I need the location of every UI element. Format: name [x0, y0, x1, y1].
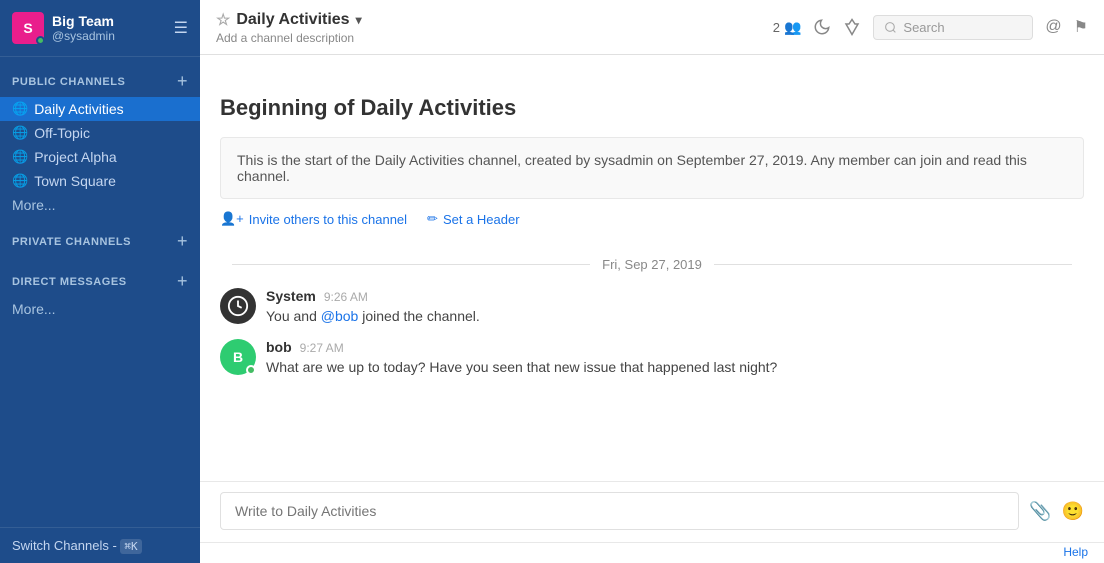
channel-info-box: This is the start of the Daily Activitie…	[220, 137, 1084, 199]
globe-icon: 🌐	[12, 149, 28, 165]
channel-info-text: This is the start of the Daily Activitie…	[237, 152, 1027, 184]
message-author: bob	[266, 339, 292, 355]
sidebar-item-off-topic[interactable]: 🌐 Off-Topic	[0, 121, 200, 145]
public-channels-label: PUBLIC CHANNELS	[12, 76, 125, 88]
topbar-right: 2 👥 Search @ ⚑	[773, 15, 1088, 40]
sidebar: S Big Team @sysadmin ☰ PUBLIC CHANNELS +…	[0, 0, 200, 563]
globe-icon: 🌐	[12, 173, 28, 189]
globe-icon: 🌐	[12, 101, 28, 117]
team-name: Big Team	[52, 13, 115, 30]
flag-icon[interactable]: ⚑	[1074, 17, 1088, 37]
search-icon	[884, 21, 897, 34]
add-direct-message-icon[interactable]: +	[177, 271, 188, 292]
online-indicator	[246, 365, 256, 375]
moon-icon[interactable]	[813, 18, 831, 36]
menu-icon[interactable]: ☰	[174, 18, 188, 38]
topbar: ☆ Daily Activities ▾ Add a channel descr…	[200, 0, 1104, 55]
message-time: 9:26 AM	[324, 290, 368, 304]
star-icon[interactable]: ☆	[216, 10, 230, 30]
chat-input[interactable]	[220, 492, 1019, 530]
message-text: What are we up to today? Have you seen t…	[266, 357, 1084, 378]
globe-icon: 🌐	[12, 125, 28, 141]
pencil-icon: ✏	[427, 211, 438, 227]
team-avatar: S	[12, 12, 44, 44]
sidebar-item-town-square[interactable]: 🌐 Town Square	[0, 169, 200, 193]
channel-name: Daily Activities	[34, 101, 123, 117]
direct-messages-label: DIRECT MESSAGES	[12, 276, 127, 288]
message-content: bob 9:27 AM What are we up to today? Hav…	[266, 339, 1084, 378]
message-header: System 9:26 AM	[266, 288, 1084, 304]
system-avatar	[220, 288, 256, 324]
help-link[interactable]: Help	[1063, 545, 1088, 559]
input-area: 📎 🙂	[200, 481, 1104, 542]
members-count-value: 2	[773, 20, 780, 35]
people-icon: 👥	[784, 19, 801, 36]
channel-title-text: Daily Activities	[236, 11, 349, 29]
switch-channels[interactable]: Switch Channels - ⌘K	[12, 538, 188, 553]
team-text: Big Team @sysadmin	[52, 13, 115, 44]
attachment-icon[interactable]: 📎	[1029, 501, 1051, 522]
msg-text-after: joined the channel.	[358, 308, 479, 324]
channel-title: ☆ Daily Activities ▾	[216, 10, 362, 30]
chat-area: Beginning of Daily Activities This is th…	[200, 55, 1104, 481]
date-divider: Fri, Sep 27, 2019	[200, 247, 1104, 282]
topbar-left: ☆ Daily Activities ▾ Add a channel descr…	[216, 10, 362, 45]
search-placeholder: Search	[903, 20, 944, 35]
invite-icon: 👤+	[220, 211, 244, 227]
public-channels-more[interactable]: More...	[0, 193, 200, 217]
pin-icon[interactable]	[843, 18, 861, 36]
emoji-icon[interactable]: 🙂	[1062, 501, 1084, 522]
sidebar-item-project-alpha[interactable]: 🌐 Project Alpha	[0, 145, 200, 169]
message-content: System 9:26 AM You and @bob joined the c…	[266, 288, 1084, 327]
chevron-down-icon[interactable]: ▾	[356, 13, 362, 27]
private-channels-label: PRIVATE CHANNELS	[12, 236, 131, 248]
msg-mention[interactable]: @bob	[321, 308, 359, 324]
add-public-channel-icon[interactable]: +	[177, 71, 188, 92]
private-channels-header: PRIVATE CHANNELS +	[0, 217, 200, 257]
mention-icon[interactable]: @	[1045, 18, 1061, 36]
avatar-letter: B	[233, 349, 243, 365]
channel-actions: 👤+ Invite others to this channel ✏ Set a…	[220, 211, 1084, 227]
search-box[interactable]: Search	[873, 15, 1033, 40]
team-info[interactable]: S Big Team @sysadmin	[12, 12, 115, 44]
public-channels-header: PUBLIC CHANNELS +	[0, 57, 200, 97]
sidebar-item-daily-activities[interactable]: 🌐 Daily Activities	[0, 97, 200, 121]
message-item: B bob 9:27 AM What are we up to today? H…	[200, 333, 1104, 384]
bob-avatar: B	[220, 339, 256, 375]
header-label: Set a Header	[443, 212, 520, 227]
switch-channels-shortcut: ⌘K	[120, 539, 141, 554]
online-indicator	[36, 36, 45, 45]
message-author: System	[266, 288, 316, 304]
invite-label: Invite others to this channel	[249, 212, 407, 227]
beginning-title: Beginning of Daily Activities	[220, 95, 1084, 121]
invite-link[interactable]: 👤+ Invite others to this channel	[220, 211, 407, 227]
direct-messages-more[interactable]: More...	[0, 297, 200, 321]
switch-channels-label: Switch Channels	[12, 538, 109, 553]
message-time: 9:27 AM	[300, 341, 344, 355]
beginning-section: Beginning of Daily Activities This is th…	[200, 55, 1104, 247]
set-header-link[interactable]: ✏ Set a Header	[427, 211, 520, 227]
add-private-channel-icon[interactable]: +	[177, 231, 188, 252]
message-text: You and @bob joined the channel.	[266, 306, 1084, 327]
channel-name: Project Alpha	[34, 149, 117, 165]
footer: Help	[200, 542, 1104, 563]
direct-messages-header: DIRECT MESSAGES +	[0, 257, 200, 297]
sidebar-bottom: Switch Channels - ⌘K	[0, 527, 200, 563]
members-count[interactable]: 2 👥	[773, 19, 802, 36]
main-panel: ☆ Daily Activities ▾ Add a channel descr…	[200, 0, 1104, 563]
sidebar-header: S Big Team @sysadmin ☰	[0, 0, 200, 57]
team-username: @sysadmin	[52, 29, 115, 43]
team-initial: S	[23, 20, 32, 36]
channel-description[interactable]: Add a channel description	[216, 31, 362, 45]
channel-name: Town Square	[34, 173, 116, 189]
channel-name: Off-Topic	[34, 125, 90, 141]
message-item: System 9:26 AM You and @bob joined the c…	[200, 282, 1104, 333]
date-text: Fri, Sep 27, 2019	[602, 257, 702, 272]
message-header: bob 9:27 AM	[266, 339, 1084, 355]
msg-text-before: You and	[266, 308, 321, 324]
